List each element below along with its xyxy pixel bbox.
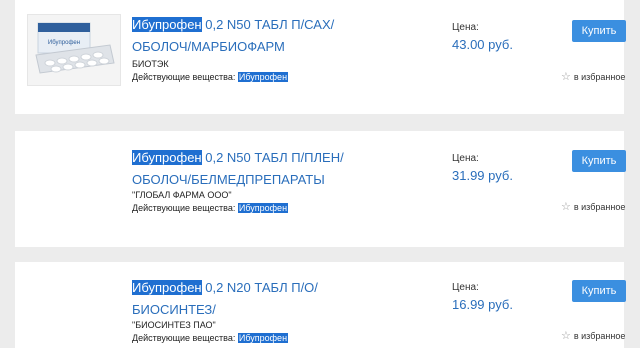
active-substance: Действующие вещества: Ибупрофен	[132, 72, 289, 82]
star-outline-icon: ☆	[561, 201, 571, 213]
substance-label: Действующие вещества:	[132, 203, 236, 213]
price-value: 31.99 руб.	[452, 168, 513, 183]
title-line1: 0,2 N20 ТАБЛ П/О/	[201, 280, 318, 295]
manufacturer: БИОТЭК	[132, 59, 169, 69]
product-card: Ибупрофен Ибупрофен 0,2 N50 ТАБЛ П/САХ/ …	[15, 0, 626, 114]
substance-label: Действующие вещества:	[132, 72, 236, 82]
product-card: Ибупрофен 0,2 N20 ТАБЛ П/О/ БИОСИНТЕЗ/ "…	[15, 262, 626, 348]
favorites-label: в избранное	[573, 331, 626, 341]
substance-value[interactable]: Ибупрофен	[237, 333, 289, 343]
add-to-favorites[interactable]: ☆ в избранное	[561, 329, 625, 342]
buy-button[interactable]: Купить	[572, 280, 626, 302]
add-to-favorites[interactable]: ☆ в избранное	[561, 200, 625, 213]
title-highlight: Ибупрофен	[132, 17, 202, 32]
substance-value[interactable]: Ибупрофен	[237, 72, 289, 82]
buy-button[interactable]: Купить	[572, 20, 626, 42]
title-highlight: Ибупрофен	[132, 280, 202, 295]
price-value: 43.00 руб.	[452, 37, 513, 52]
title-line2: ОБОЛОЧ/МАРБИОФАРМ	[132, 39, 285, 54]
title-line2: БИОСИНТЕЗ/	[132, 302, 216, 317]
product-card: Ибупрофен 0,2 N50 ТАБЛ П/ПЛЕН/ ОБОЛОЧ/БЕ…	[15, 131, 626, 247]
box-label: Ибупрофен	[48, 40, 80, 46]
manufacturer: "БИОСИНТЕЗ ПАО"	[132, 320, 216, 330]
favorites-label: в избранное	[573, 72, 626, 82]
favorites-label: в избранное	[573, 202, 626, 212]
title-line1: 0,2 N50 ТАБЛ П/САХ/	[201, 17, 335, 32]
star-outline-icon: ☆	[561, 71, 571, 83]
manufacturer: "ГЛОБАЛ ФАРМА ООО"	[132, 190, 232, 200]
price-value: 16.99 руб.	[452, 297, 513, 312]
product-title-link[interactable]: Ибупрофен 0,2 N20 ТАБЛ П/О/ БИОСИНТЕЗ/	[132, 277, 347, 321]
product-title-link[interactable]: Ибупрофен 0,2 N50 ТАБЛ П/ПЛЕН/ ОБОЛОЧ/БЕ…	[132, 147, 347, 191]
product-title-link[interactable]: Ибупрофен 0,2 N50 ТАБЛ П/САХ/ ОБОЛОЧ/МАР…	[132, 14, 347, 58]
price-label: Цена:	[452, 22, 479, 33]
buy-button[interactable]: Купить	[572, 150, 626, 172]
price-label: Цена:	[452, 282, 479, 293]
substance-value[interactable]: Ибупрофен	[237, 203, 289, 213]
title-highlight: Ибупрофен	[132, 150, 202, 165]
title-line2: ОБОЛОЧ/БЕЛМЕДПРЕПАРАТЫ	[132, 172, 325, 187]
product-image[interactable]: Ибупрофен	[27, 14, 121, 86]
add-to-favorites[interactable]: ☆ в избранное	[561, 70, 625, 83]
active-substance: Действующие вещества: Ибупрофен	[132, 203, 289, 213]
pill-box-illustration: Ибупрофен	[35, 22, 115, 74]
substance-label: Действующие вещества:	[132, 333, 236, 343]
star-outline-icon: ☆	[561, 330, 571, 342]
active-substance: Действующие вещества: Ибупрофен	[132, 333, 289, 343]
price-label: Цена:	[452, 153, 479, 164]
title-line1: 0,2 N50 ТАБЛ П/ПЛЕН/	[201, 150, 344, 165]
